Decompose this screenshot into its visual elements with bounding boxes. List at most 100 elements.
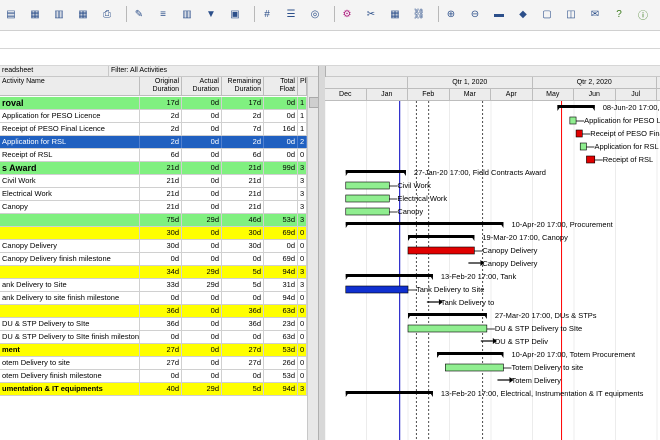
cell-name: otem Delivery to site	[0, 357, 140, 369]
cell-orig: 0d	[140, 370, 182, 382]
month-label: Jan	[367, 89, 408, 100]
cell-pct: 0	[298, 292, 307, 304]
month-label: Jul	[616, 89, 657, 100]
month-label: Feb	[408, 89, 450, 100]
activity-row[interactable]: DU & STP Delivery to SIte 36d 0d 36d 23d 0	[0, 318, 318, 331]
wbs-row[interactable]: 34d 29d 5d 94d 3	[0, 266, 318, 279]
wbs-row[interactable]: ment 27d 0d 27d 53d 0	[0, 344, 318, 357]
activity-row[interactable]: Canopy Delivery 30d 0d 30d 0d 0	[0, 240, 318, 253]
cell-float	[264, 188, 298, 200]
cell-name: DU & STP Delivery to SIte finish milesto…	[2, 331, 140, 343]
cell-name	[0, 305, 140, 317]
sort-icon[interactable]: ≡	[156, 7, 170, 21]
cell-rem: 7d	[222, 123, 264, 135]
cell-orig: 33d	[140, 279, 182, 291]
wbs-row[interactable]: 30d 0d 30d 69d 0	[0, 227, 318, 240]
col-header-orig[interactable]: Original Duration	[140, 77, 182, 96]
toolbar-separator	[334, 6, 335, 22]
cell-name: otem Delivery finish milestone	[0, 370, 140, 382]
cell-rem: 36d	[222, 305, 264, 317]
cell-name: ank Delivery to site finish milestone	[0, 292, 140, 304]
activity-row[interactable]: Civil Work 21d 0d 21d 3	[0, 175, 318, 188]
diamond-icon[interactable]: ◆	[516, 7, 530, 21]
cell-orig: 2d	[140, 110, 182, 122]
bar-label: Civil Work	[397, 181, 431, 190]
wbs-row[interactable]: roval 17d 0d 17d 0d 1	[0, 97, 318, 110]
layout-icon[interactable]: ▤	[4, 7, 18, 21]
filter-icon[interactable]: ▼	[204, 7, 218, 21]
month-label: Dec	[325, 89, 367, 100]
cell-pct: 0	[298, 344, 307, 356]
zoom-out-icon[interactable]: ⊖	[468, 7, 482, 21]
cell-name: ment	[0, 344, 140, 356]
wbs-row[interactable]: umentation & IT equipments 40d 29d 5d 94d 3	[0, 383, 318, 396]
cell-float: 0d	[264, 97, 298, 109]
cell-actual: 29d	[182, 383, 222, 395]
activity-row[interactable]: otem Delivery to site 27d 0d 27d 26d 0	[0, 357, 318, 370]
toolbar-separator	[126, 6, 127, 22]
box-icon[interactable]: ▢	[540, 7, 554, 21]
activity-row[interactable]: DU & STP Delivery to SIte finish milesto…	[0, 331, 318, 344]
col-header-pct[interactable]: Pl	[298, 77, 307, 96]
toolbar-separator	[254, 6, 255, 22]
bar-label: Electrical Work	[397, 194, 447, 203]
cell-name: DU & STP Delivery to SIte	[0, 318, 140, 330]
grid-icon[interactable]: ▦	[28, 7, 42, 21]
activity-row[interactable]: ank Delivery to Site 33d 29d 5d 31d 3	[0, 279, 318, 292]
cell-actual: 0d	[182, 97, 222, 109]
activity-row[interactable]: otem Delivery finish milestone 0d 0d 0d 53d 0	[0, 370, 318, 383]
table-icon[interactable]: ▦	[76, 7, 90, 21]
cell-actual: 0d	[182, 188, 222, 200]
split-icon[interactable]: ✂	[364, 7, 378, 21]
filter-label[interactable]: Filter: All Activities	[108, 66, 327, 77]
activity-row[interactable]: Application for PESO Licence 2d 0d 2d 0d 1	[0, 110, 318, 123]
globe-icon[interactable]: ◎	[308, 7, 322, 21]
brush-icon[interactable]: ✎	[132, 7, 146, 21]
wbs-row[interactable]: 75d 29d 46d 53d 3	[0, 214, 318, 227]
link-icon[interactable]: ⛓	[412, 7, 426, 21]
group-icon[interactable]: ▣	[228, 7, 242, 21]
col-header-name[interactable]: Activity Name	[0, 77, 140, 96]
activity-row[interactable]: Receipt of RSL 6d 0d 6d 0d 0	[0, 149, 318, 162]
col-header-rem[interactable]: Remaining Duration	[222, 77, 264, 96]
wbs-row[interactable]: s Award 21d 0d 21d 99d 3	[0, 162, 318, 175]
activity-row[interactable]: Electrical Work 21d 0d 21d 3	[0, 188, 318, 201]
cell-orig: 21d	[140, 201, 182, 213]
activity-row[interactable]: Application for RSL 2d 0d 2d 0d 2	[0, 136, 318, 149]
help-icon[interactable]: ?	[612, 7, 626, 21]
calendar-icon[interactable]: ▦	[388, 7, 402, 21]
sheet-title: readsheet	[0, 66, 110, 77]
cell-float: 26d	[264, 357, 298, 369]
comment-icon[interactable]: ◫	[564, 7, 578, 21]
bar-label: DU & STP Deliv	[495, 337, 548, 346]
activity-row[interactable]: Receipt of PESO Final Licence 2d 0d 7d 16d 1	[0, 123, 318, 136]
network-icon[interactable]: ⚙	[340, 7, 354, 21]
activity-row[interactable]: Canopy Delivery finish milestone 0d 0d 0d 69…	[0, 253, 318, 266]
cell-orig: 30d	[140, 227, 182, 239]
month-header: Dec Jan Feb Mar Apr May Jun Jul	[325, 89, 660, 101]
list-icon[interactable]: ☰	[284, 7, 298, 21]
activity-bar	[345, 181, 390, 190]
cell-actual: 0d	[182, 370, 222, 382]
cell-name: Application for RSL	[0, 136, 140, 148]
note-icon[interactable]: ✉	[588, 7, 602, 21]
col-header-actual[interactable]: Actual Duration	[182, 77, 222, 96]
hash-icon[interactable]: #	[260, 7, 274, 21]
bar-label: Canopy Delivery	[482, 246, 537, 255]
print-icon[interactable]: ⎙	[100, 7, 114, 21]
cell-pct: 3	[298, 266, 307, 278]
wbs-row[interactable]: 36d 0d 36d 63d 0	[0, 305, 318, 318]
bar-icon[interactable]: ▬	[492, 7, 506, 21]
activity-row[interactable]: Canopy 21d 0d 21d 3	[0, 201, 318, 214]
activity-bar	[445, 363, 504, 372]
cell-float: 53d	[264, 214, 298, 226]
columns-icon[interactable]: ▥	[180, 7, 194, 21]
info-icon[interactable]: ⓘ	[636, 7, 650, 22]
activity-row[interactable]: ank Delivery to site finish milestone 0d 0…	[0, 292, 318, 305]
chart-icon[interactable]: ▥	[52, 7, 66, 21]
cell-actual: 29d	[182, 266, 222, 278]
cell-rem: 0d	[222, 370, 264, 382]
zoom-in-icon[interactable]: ⊕	[444, 7, 458, 21]
cell-pct: 0	[298, 318, 307, 330]
col-header-float[interactable]: Total Float	[264, 77, 298, 96]
